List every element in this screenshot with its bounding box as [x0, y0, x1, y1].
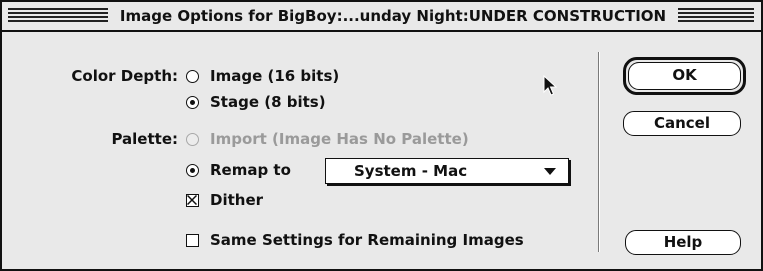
- stage-8-bits-radio[interactable]: [186, 96, 199, 109]
- cancel-button[interactable]: Cancel: [623, 111, 741, 136]
- image-16-bits-radio[interactable]: [186, 70, 199, 83]
- vertical-divider: [598, 52, 600, 252]
- import-palette-label: Import (Image Has No Palette): [210, 130, 469, 148]
- same-settings-checkbox[interactable]: [186, 234, 199, 247]
- chevron-down-icon: [544, 168, 556, 175]
- same-settings-label[interactable]: Same Settings for Remaining Images: [210, 230, 524, 250]
- image-options-dialog: Image Options for BigBoy:...unday Night:…: [0, 0, 763, 271]
- dialog-title: Image Options for BigBoy:...unday Night:…: [108, 6, 678, 26]
- stage-8-bits-label[interactable]: Stage (8 bits): [210, 92, 326, 112]
- dither-checkbox[interactable]: [186, 194, 199, 207]
- image-16-bits-label[interactable]: Image (16 bits): [210, 66, 339, 86]
- arrow-cursor-icon: [543, 75, 558, 96]
- dither-label[interactable]: Dither: [210, 190, 263, 210]
- color-depth-label: Color Depth:: [71, 67, 178, 85]
- remap-palette-value: System - Mac: [354, 162, 468, 180]
- help-button[interactable]: Help: [625, 230, 741, 255]
- palette-label: Palette:: [111, 130, 178, 148]
- remap-to-label[interactable]: Remap to: [210, 160, 291, 180]
- title-bar-stripes-left: [8, 8, 108, 24]
- title-bar[interactable]: Image Options for BigBoy:...unday Night:…: [2, 2, 761, 32]
- remap-palette-select[interactable]: System - Mac: [325, 158, 569, 184]
- title-bar-stripes-right: [678, 8, 754, 24]
- import-palette-radio[interactable]: [186, 133, 199, 146]
- ok-button[interactable]: OK: [628, 62, 741, 90]
- checkmark-x-icon: [187, 195, 197, 205]
- remap-to-radio[interactable]: [186, 164, 199, 177]
